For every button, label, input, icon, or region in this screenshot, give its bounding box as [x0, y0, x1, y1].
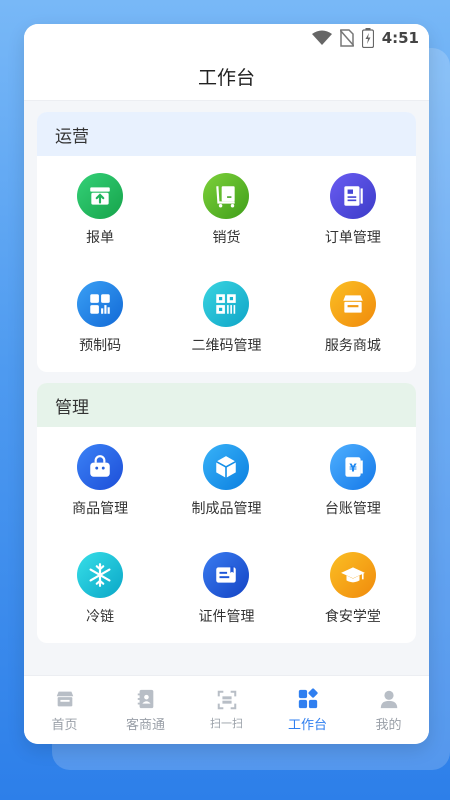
- order-list-icon: [329, 173, 376, 219]
- grid-item-products[interactable]: 商品管理: [37, 427, 163, 535]
- item-label: 商品管理: [72, 501, 129, 517]
- grid-item-coldchain[interactable]: 冷链: [37, 535, 163, 643]
- grid-item-report[interactable]: 报单: [37, 156, 163, 264]
- bottom-tab-bar: 首页 客商通 扫一扫 工作台 我的: [24, 675, 429, 744]
- page-title: 工作台: [197, 66, 255, 89]
- item-label: 制成品管理: [191, 501, 262, 517]
- tab-home[interactable]: 首页: [24, 676, 105, 744]
- tab-scan[interactable]: 扫一扫: [186, 676, 267, 744]
- qrcode-icon: [203, 281, 250, 327]
- item-label: 订单管理: [324, 230, 381, 246]
- grid-item-qrcode[interactable]: 二维码管理: [163, 264, 289, 372]
- grid-item-sales[interactable]: 销货: [163, 156, 289, 264]
- operations-grid: 报单 销货 订单管理 预制码 二维码管理 服务商城: [37, 156, 416, 372]
- item-label: 证件管理: [198, 609, 255, 625]
- main-content: 运营 报单 销货 订单管理 预制码 二维码管理 服务商城 管理 商品管理 制成品…: [24, 101, 429, 676]
- item-label: 冷链: [86, 609, 115, 625]
- bag-icon: [77, 444, 124, 490]
- status-time: 4:51: [381, 29, 419, 47]
- status-bar: 4:51: [24, 24, 429, 52]
- graduation-cap-icon: [329, 552, 376, 598]
- item-label: 预制码: [79, 338, 122, 354]
- tab-label: 工作台: [287, 717, 327, 733]
- tab-merchants[interactable]: 客商通: [105, 676, 186, 744]
- grid-item-certificates[interactable]: 证件管理: [163, 535, 289, 643]
- tab-label: 扫一扫: [210, 717, 243, 730]
- item-label: 食安学堂: [324, 609, 381, 625]
- section-title: 运营: [37, 112, 416, 156]
- page-header: 工作台: [24, 52, 429, 101]
- grid-item-ledger[interactable]: ¥ 台账管理: [290, 427, 416, 535]
- no-sim-icon: [339, 29, 354, 47]
- shop-icon: [329, 281, 376, 327]
- workbench-icon: [298, 687, 318, 708]
- grid-item-finished-goods[interactable]: 制成品管理: [163, 427, 289, 535]
- item-label: 台账管理: [324, 501, 381, 517]
- ledger-icon: ¥: [329, 444, 376, 490]
- tab-label: 我的: [375, 717, 402, 733]
- upload-box-icon: [77, 173, 124, 219]
- section-operations: 运营 报单 销货 订单管理 预制码 二维码管理 服务商城: [37, 112, 416, 372]
- tab-label: 客商通: [125, 717, 165, 733]
- battery-icon: [361, 28, 374, 48]
- grid-item-precode[interactable]: 预制码: [37, 264, 163, 372]
- scan-icon: [217, 690, 236, 710]
- grid-chart-icon: [77, 281, 124, 327]
- item-label: 销货: [212, 230, 241, 246]
- item-label: 报单: [86, 230, 115, 246]
- item-label: 服务商城: [324, 338, 381, 354]
- section-management: 管理 商品管理 制成品管理 ¥ 台账管理 冷链 证件管理 食安学堂: [37, 383, 416, 643]
- svg-text:¥: ¥: [349, 461, 357, 474]
- grid-item-orders[interactable]: 订单管理: [290, 156, 416, 264]
- contacts-icon: [137, 689, 153, 708]
- certificate-icon: [203, 552, 250, 598]
- tab-mine[interactable]: 我的: [348, 676, 429, 744]
- grid-item-mall[interactable]: 服务商城: [290, 264, 416, 372]
- item-label: 二维码管理: [191, 338, 262, 354]
- wifi-icon: [311, 30, 332, 46]
- tab-workbench[interactable]: 工作台: [267, 676, 348, 744]
- app-window: 4:51 工作台 运营 报单 销货 订单管理 预制码 二维码管理 服务商城 管理…: [24, 24, 429, 744]
- user-icon: [380, 690, 397, 708]
- grid-item-food-safety-school[interactable]: 食安学堂: [290, 535, 416, 643]
- management-grid: 商品管理 制成品管理 ¥ 台账管理 冷链 证件管理 食安学堂: [37, 427, 416, 643]
- tab-label: 首页: [51, 717, 78, 733]
- cube-icon: [203, 444, 250, 490]
- section-title: 管理: [37, 383, 416, 427]
- snowflake-icon: [77, 552, 124, 598]
- store-icon: [56, 691, 73, 706]
- cart-icon: [203, 173, 250, 219]
